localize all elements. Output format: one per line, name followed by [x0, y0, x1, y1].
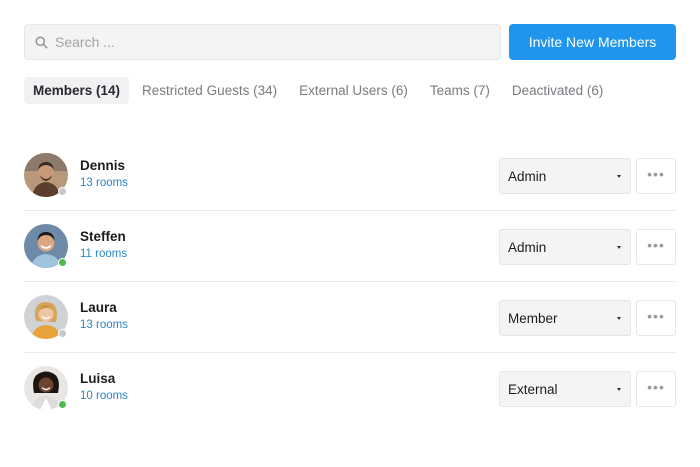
role-select[interactable]: External [499, 371, 631, 407]
caret-down-icon [617, 317, 621, 320]
toolbar: Invite New Members [24, 24, 676, 60]
member-row: Dennis 13 rooms Admin ••• [24, 140, 676, 211]
more-horizontal-icon: ••• [647, 308, 665, 324]
member-rooms-link[interactable]: 13 rooms [80, 319, 128, 331]
search-input[interactable] [55, 34, 495, 50]
role-select[interactable]: Member [499, 300, 631, 336]
presence-indicator [58, 187, 67, 196]
member-row: Luisa 10 rooms External ••• [24, 353, 676, 424]
more-options-button[interactable]: ••• [636, 158, 676, 194]
member-name: Steffen [80, 229, 126, 244]
more-options-button[interactable]: ••• [636, 229, 676, 265]
avatar[interactable] [24, 224, 68, 268]
more-options-button[interactable]: ••• [636, 300, 676, 336]
presence-indicator [58, 258, 67, 267]
tab-restricted-guests[interactable]: Restricted Guests (34) [133, 77, 286, 104]
role-select-value: External [508, 381, 558, 397]
member-name: Luisa [80, 371, 116, 386]
role-select-value: Admin [508, 239, 547, 255]
avatar[interactable] [24, 295, 68, 339]
member-tabs: Members (14) Restricted Guests (34) Exte… [24, 77, 616, 104]
more-horizontal-icon: ••• [647, 166, 665, 182]
avatar[interactable] [24, 366, 68, 410]
presence-indicator [58, 400, 67, 409]
member-rooms-link[interactable]: 11 rooms [80, 248, 127, 260]
member-row: Laura 13 rooms Member ••• [24, 282, 676, 353]
presence-indicator [58, 329, 67, 338]
member-rooms-link[interactable]: 13 rooms [80, 177, 128, 189]
tab-teams[interactable]: Teams (7) [421, 77, 499, 104]
caret-down-icon [617, 246, 621, 249]
tab-members[interactable]: Members (14) [24, 77, 130, 104]
member-list: Dennis 13 rooms Admin ••• Steffen 11 roo… [24, 140, 676, 424]
search-icon [35, 35, 48, 49]
role-select-value: Admin [508, 168, 547, 184]
member-row: Steffen 11 rooms Admin ••• [24, 211, 676, 282]
caret-down-icon [617, 388, 621, 391]
avatar[interactable] [24, 153, 68, 197]
tab-deactivated[interactable]: Deactivated (6) [503, 77, 613, 104]
tab-external-users[interactable]: External Users (6) [290, 77, 417, 104]
member-name: Laura [80, 300, 117, 315]
more-horizontal-icon: ••• [647, 237, 665, 253]
member-rooms-link[interactable]: 10 rooms [80, 390, 128, 402]
invite-new-members-button[interactable]: Invite New Members [509, 24, 676, 60]
member-name: Dennis [80, 158, 126, 173]
more-options-button[interactable]: ••• [636, 371, 676, 407]
search-box[interactable] [24, 24, 501, 60]
caret-down-icon [617, 175, 621, 178]
role-select-value: Member [508, 310, 558, 326]
role-select[interactable]: Admin [499, 229, 631, 265]
role-select[interactable]: Admin [499, 158, 631, 194]
more-horizontal-icon: ••• [647, 379, 665, 395]
